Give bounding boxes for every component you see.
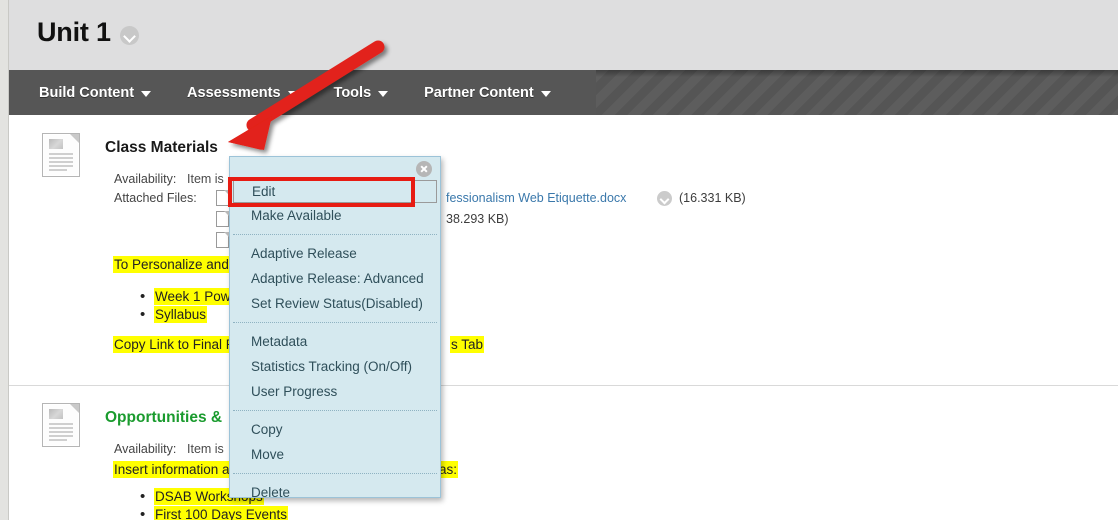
- body-text-highlighted-tail: s Tab: [450, 336, 485, 353]
- nav-item-label: Tools: [333, 84, 372, 101]
- list-item-label: First 100 Days Events: [154, 506, 289, 520]
- screenshot-root: Unit 1 Build Content Assessments Tools P…: [0, 0, 1118, 520]
- page-title: Unit 1: [37, 17, 111, 47]
- document-icon-fold: [70, 404, 79, 413]
- document-icon-image: [49, 409, 63, 419]
- document-icon: [42, 403, 80, 447]
- list-item: • Week 1 Pow: [140, 288, 232, 305]
- nav-item-assessments[interactable]: Assessments: [187, 85, 298, 101]
- list-item-label: Week 1 Pow: [154, 288, 232, 305]
- context-menu-separator: [233, 473, 437, 474]
- nav-item-label: Assessments: [187, 84, 281, 101]
- document-icon-line: [49, 169, 67, 171]
- list-item: • Syllabus: [140, 306, 208, 323]
- nav-item-label: Build Content: [39, 84, 135, 101]
- context-menu-item-user-progress[interactable]: User Progress: [230, 379, 440, 404]
- document-icon-line: [49, 153, 73, 155]
- page-title-row: Unit 1: [37, 15, 139, 49]
- close-circle-icon[interactable]: [416, 161, 432, 177]
- document-icon-line: [49, 431, 73, 433]
- context-menu-separator: [233, 322, 437, 323]
- attached-file-link[interactable]: fessionalism Web Etiquette.docx: [446, 191, 626, 205]
- chevron-down-icon: [540, 90, 551, 97]
- context-menu-group: Delete: [230, 480, 440, 505]
- chevron-down-circle-icon[interactable]: [119, 25, 139, 45]
- context-menu-group: Copy Move: [230, 417, 440, 467]
- body-text-highlighted: Copy Link to Final R: [113, 336, 237, 353]
- context-menu-item-make-available[interactable]: Make Available: [230, 203, 440, 228]
- document-icon-line: [49, 161, 73, 163]
- content-item-divider: [9, 385, 1118, 386]
- context-menu-item-edit[interactable]: Edit: [233, 180, 437, 203]
- attached-file-size: 38.293 KB): [446, 212, 509, 226]
- document-icon-line: [49, 427, 73, 429]
- action-bar-hatch-fill: [596, 70, 1118, 115]
- nav-item-build-content[interactable]: Build Content: [39, 84, 152, 101]
- list-item: • First 100 Days Events: [140, 506, 289, 520]
- content-area: Class Materials Availability: Item is At…: [9, 115, 1118, 520]
- document-icon: [42, 133, 80, 177]
- context-menu-item-statistics-tracking[interactable]: Statistics Tracking (On/Off): [230, 354, 440, 379]
- attached-files-label: Attached Files:: [114, 191, 197, 205]
- context-menu-group: Metadata Statistics Tracking (On/Off) Us…: [230, 329, 440, 404]
- file-icon: [216, 190, 229, 206]
- nav-item-partner-content[interactable]: Partner Content: [424, 85, 551, 101]
- document-icon-fold: [70, 134, 79, 143]
- availability-label: Availability:: [114, 442, 177, 456]
- chevron-down-circle-icon[interactable]: [657, 191, 672, 206]
- document-icon-line: [49, 435, 73, 437]
- context-menu-group: Adaptive Release Adaptive Release: Advan…: [230, 241, 440, 316]
- document-icon-line: [49, 157, 73, 159]
- context-menu-separator: [233, 234, 437, 235]
- document-icon-line: [49, 423, 73, 425]
- context-menu-header: [230, 157, 440, 180]
- bullet-marker: •: [140, 488, 146, 505]
- availability-value: Item is: [187, 172, 224, 186]
- chevron-down-icon: [287, 90, 298, 97]
- document-icon-line: [49, 439, 67, 441]
- availability-label: Availability:: [114, 172, 177, 186]
- page-left-gutter: [0, 0, 8, 520]
- context-menu-group: Edit Make Available: [230, 180, 440, 228]
- chevron-down-icon: [141, 90, 152, 97]
- list-item-label: Syllabus: [154, 306, 208, 323]
- context-menu: Edit Make Available Adaptive Release Ada…: [229, 156, 441, 500]
- availability-value: Item is: [187, 442, 224, 456]
- document-icon-line: [49, 165, 73, 167]
- bullet-marker: •: [140, 506, 146, 520]
- context-menu-item-delete[interactable]: Delete: [230, 480, 440, 505]
- body-text-highlighted: Insert information ab: [113, 461, 239, 478]
- context-menu-item-metadata[interactable]: Metadata: [230, 329, 440, 354]
- nav-item-label: Partner Content: [424, 84, 534, 101]
- attached-file-size: (16.331 KB): [679, 191, 746, 205]
- document-icon-image: [49, 139, 63, 149]
- body-text-highlighted: To Personalize and: [113, 256, 230, 273]
- chevron-down-icon: [378, 90, 389, 97]
- context-menu-item-copy[interactable]: Copy: [230, 417, 440, 442]
- action-bar-items: Build Content Assessments Tools Partner …: [9, 70, 596, 115]
- action-bar: Build Content Assessments Tools Partner …: [9, 70, 1118, 115]
- context-menu-item-set-review-status[interactable]: Set Review Status(Disabled): [230, 291, 440, 316]
- context-menu-item-move[interactable]: Move: [230, 442, 440, 467]
- content-item-title[interactable]: Class Materials: [105, 139, 218, 157]
- context-menu-separator: [233, 410, 437, 411]
- file-icon: [216, 232, 229, 248]
- content-item-title[interactable]: Opportunities &: [105, 409, 222, 427]
- bullet-marker: •: [140, 306, 146, 323]
- context-menu-item-adaptive-release[interactable]: Adaptive Release: [230, 241, 440, 266]
- nav-item-tools[interactable]: Tools: [334, 85, 389, 101]
- file-icon: [216, 211, 229, 227]
- context-menu-item-adaptive-release-advanced[interactable]: Adaptive Release: Advanced: [230, 266, 440, 291]
- bullet-marker: •: [140, 288, 146, 305]
- page-header: Unit 1: [9, 0, 1118, 70]
